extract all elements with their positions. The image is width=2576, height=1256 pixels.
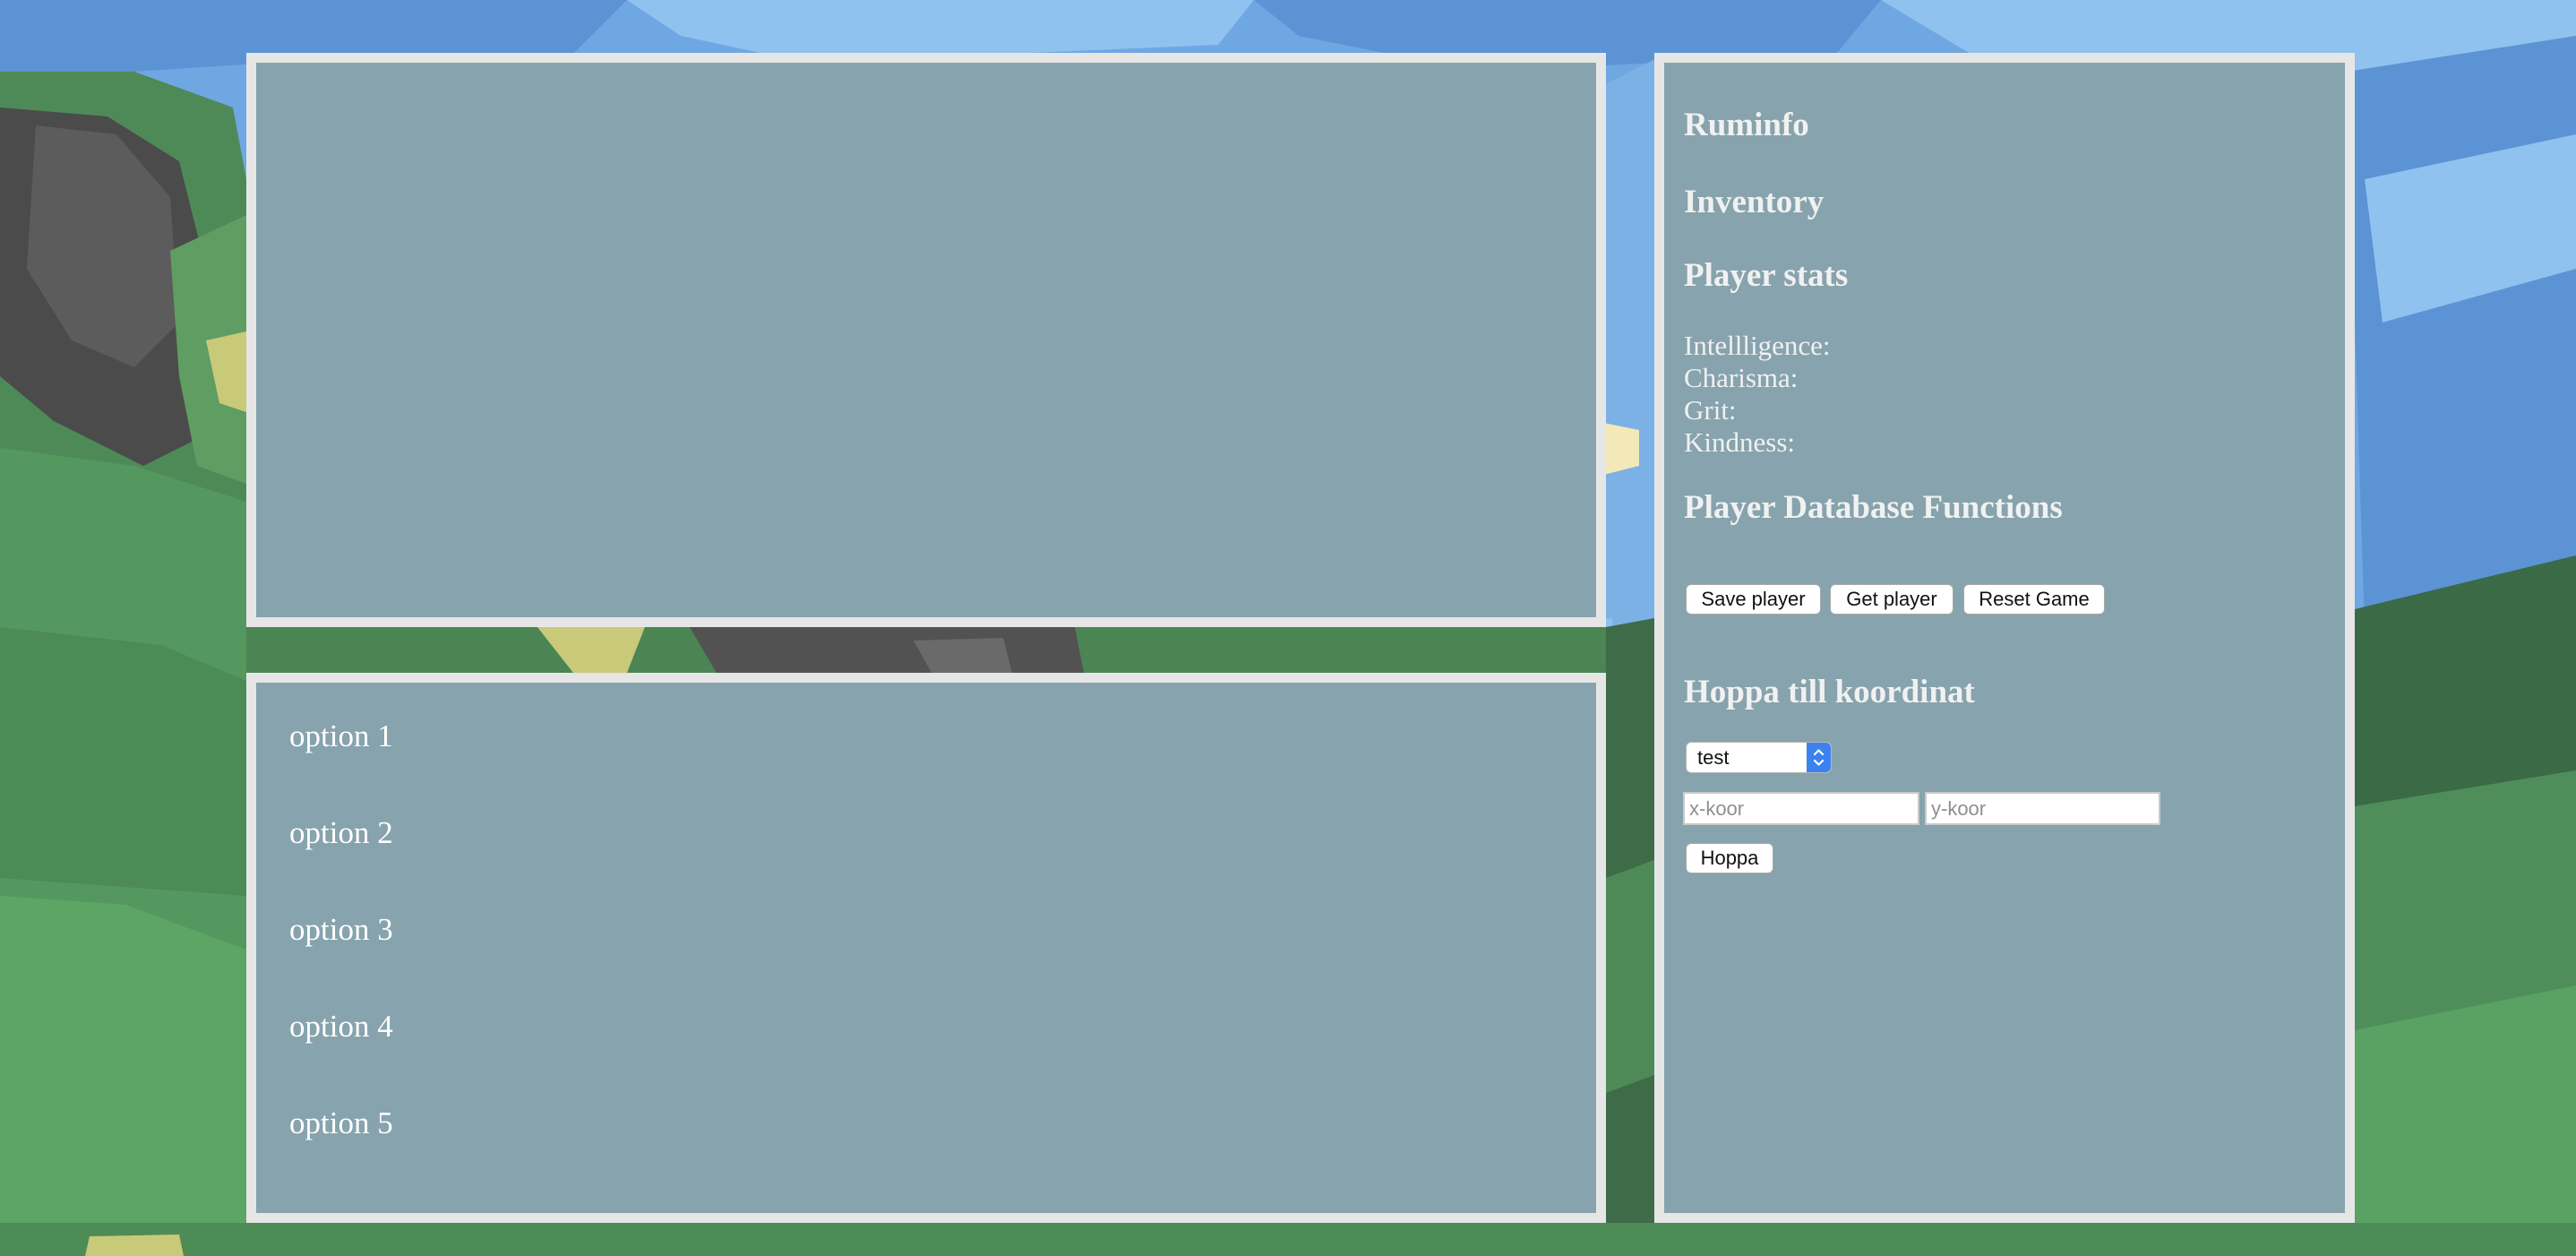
player-stats-heading: Player stats <box>1684 257 1849 294</box>
player-database-heading: Player Database Functions <box>1684 489 2063 526</box>
option-4[interactable]: option 4 <box>289 1009 393 1045</box>
select-chevron-updown-icon <box>1807 743 1831 772</box>
reset-game-button[interactable]: Reset Game <box>1963 584 2105 615</box>
room-info-heading: Ruminfo <box>1684 107 1809 143</box>
y-coordinate-input[interactable] <box>1925 792 2160 825</box>
location-select-value: test <box>1697 746 1730 769</box>
option-3[interactable]: option 3 <box>289 912 393 948</box>
x-coordinate-input[interactable] <box>1683 792 1919 825</box>
save-player-button[interactable]: Save player <box>1686 584 1821 615</box>
stat-grit: Grit: <box>1684 394 1737 426</box>
hoppa-button[interactable]: Hoppa <box>1686 843 1773 873</box>
option-1[interactable]: option 1 <box>289 718 393 754</box>
stat-intelligence: Intellligence: <box>1684 330 1831 361</box>
stat-kindness: Kindness: <box>1684 426 1795 458</box>
stat-charisma: Charisma: <box>1684 362 1799 393</box>
story-panel <box>246 53 1606 627</box>
option-2[interactable]: option 2 <box>289 815 393 851</box>
get-player-button[interactable]: Get player <box>1830 584 1953 615</box>
options-panel: option 1 option 2 option 3 option 4 opti… <box>246 673 1606 1223</box>
inventory-heading: Inventory <box>1684 184 1825 220</box>
location-select[interactable]: test <box>1686 742 1832 773</box>
info-panel: Ruminfo Inventory Player stats Intelllig… <box>1654 53 2355 1223</box>
option-5[interactable]: option 5 <box>289 1105 393 1141</box>
jump-to-coordinate-heading: Hoppa till koordinat <box>1684 674 1975 710</box>
